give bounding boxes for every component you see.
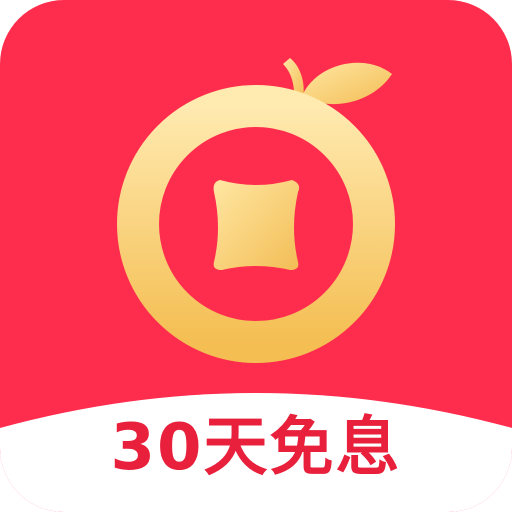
- promo-text: 30天免息: [110, 411, 402, 485]
- coin-center-square: [213, 180, 300, 270]
- app-icon[interactable]: 30天免息: [0, 0, 512, 512]
- fruit-leaf: [302, 62, 392, 105]
